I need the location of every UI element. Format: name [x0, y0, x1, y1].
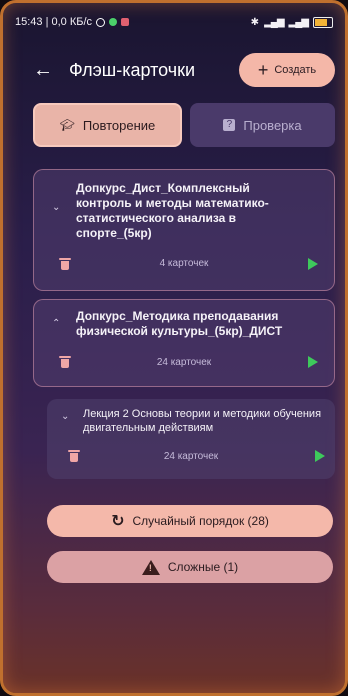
subdeck-title: Лекция 2 Основы теории и методики обучен… — [83, 408, 322, 434]
subdeck-card[interactable]: ⌄ Лекция 2 Основы теории и методики обуч… — [47, 399, 335, 479]
app-bar: ← Флэш-карточки + Создать — [3, 51, 345, 89]
play-icon[interactable] — [308, 258, 318, 270]
trash-icon[interactable] — [68, 450, 80, 462]
card-count: 24 карточек — [156, 357, 212, 368]
tab-review[interactable]: 🎓︎ Повторение — [33, 103, 182, 147]
tab-test[interactable]: ? Проверка — [190, 103, 335, 147]
alarm-icon — [96, 17, 106, 27]
deck-card[interactable]: ⌄ Допкурс_Дист_Комплексный контроль и ме… — [33, 169, 335, 291]
card-count: 24 карточек — [163, 451, 219, 462]
hard-cards-button[interactable]: Сложные (1) — [47, 551, 333, 583]
create-label: Создать — [274, 64, 317, 76]
hard-cards-label: Сложные (1) — [167, 560, 239, 574]
chevron-up-icon[interactable]: ⌃ — [52, 318, 60, 329]
chevron-down-icon[interactable]: ⌄ — [52, 202, 60, 213]
graduation-cap-icon: 🎓︎ — [59, 118, 75, 132]
signal-icon: ▂▄▆ — [264, 16, 284, 28]
random-order-label: Случайный порядок (28) — [132, 514, 269, 528]
notification-icon — [121, 18, 130, 26]
card-count: 4 карточек — [159, 258, 209, 269]
random-order-button[interactable]: ↻ Случайный порядок (28) — [47, 505, 333, 537]
trash-icon[interactable] — [59, 258, 71, 270]
deck-title: Допкурс_Методика преподавания физической… — [76, 309, 283, 338]
trash-icon[interactable] — [59, 356, 71, 368]
status-time: 15:43 | 0,0 КБ/с — [15, 16, 93, 28]
app-screen: 15:43 | 0,0 КБ/с ✱ ▂▄▆ ▂▄▆ ← Флэш-карточ… — [0, 0, 348, 696]
battery-icon — [313, 16, 333, 28]
tab-test-label: Проверка — [243, 117, 302, 133]
play-icon[interactable] — [308, 356, 318, 368]
warning-icon — [141, 559, 160, 575]
plus-icon: + — [257, 60, 269, 80]
mode-switch: 🎓︎ Повторение ? Проверка — [33, 103, 335, 147]
page-title: Флэш-карточки — [69, 59, 196, 80]
quiz-icon: ? — [223, 119, 236, 131]
play-icon[interactable] — [315, 450, 325, 462]
signal-4g-icon: ▂▄▆ — [288, 16, 309, 28]
status-bar: 15:43 | 0,0 КБ/с ✱ ▂▄▆ ▂▄▆ — [15, 11, 333, 33]
create-button[interactable]: + Создать — [239, 53, 335, 87]
bluetooth-icon: ✱ — [250, 16, 260, 28]
chevron-down-icon[interactable]: ⌄ — [61, 411, 69, 422]
deck-title: Допкурс_Дист_Комплексный контроль и мето… — [76, 181, 269, 240]
deck-card[interactable]: ⌃ Допкурс_Методика преподавания физическ… — [33, 299, 335, 387]
back-arrow-icon[interactable]: ← — [31, 58, 55, 82]
app-notification-icon — [109, 18, 118, 26]
refresh-icon: ↻ — [111, 513, 125, 530]
tab-review-label: Повторение — [82, 117, 156, 133]
